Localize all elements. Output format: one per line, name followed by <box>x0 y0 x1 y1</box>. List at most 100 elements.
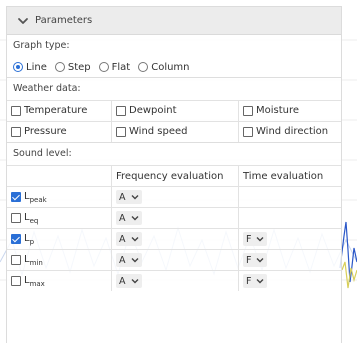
chevron-down-icon <box>256 258 264 263</box>
lpeak-checkbox[interactable] <box>11 192 21 202</box>
sound-cell: F <box>238 228 341 250</box>
sound-row-leq: Leq A <box>7 207 341 229</box>
sound-cell: Lpeak <box>7 186 112 208</box>
radio-column-label: Column <box>151 61 190 73</box>
sound-row-lmin: Lmin A F <box>7 249 341 271</box>
lp-sub: p <box>29 237 35 246</box>
time-evaluation-header: Time evaluation <box>238 165 341 187</box>
sound-row-lpeak: Lpeak A <box>7 186 341 208</box>
radio-step-label: Step <box>67 61 91 73</box>
wind-speed-label: Wind speed <box>129 126 188 138</box>
radio-line[interactable]: Line <box>13 62 47 73</box>
moisture-checkbox[interactable] <box>243 105 253 116</box>
sound-cell: F <box>238 249 341 271</box>
leq-frequency-value: A <box>119 212 126 224</box>
lmax-frequency-select[interactable]: A <box>116 274 142 288</box>
graph-type-options: Line Step Flat Column <box>7 57 341 77</box>
lmax-frequency-value: A <box>119 275 126 287</box>
weather-data-label: Weather data: <box>13 83 81 94</box>
weather-cell: Temperature <box>7 100 112 122</box>
temperature-label: Temperature <box>24 105 88 117</box>
wind-direction-checkbox[interactable] <box>243 126 253 137</box>
sound-level-table: Frequency evaluation Time evaluation Lpe… <box>7 165 341 291</box>
lmin-frequency-value: A <box>119 254 126 266</box>
sound-cell: A <box>111 270 239 291</box>
lmin-frequency-select[interactable]: A <box>116 253 142 267</box>
panel-title: Parameters <box>35 15 93 26</box>
lmin-label: Lmin <box>24 254 43 267</box>
radio-flat-indicator[interactable] <box>98 62 109 72</box>
graph-type-label: Graph type: <box>13 40 70 51</box>
radio-step-indicator[interactable] <box>54 62 65 72</box>
lpeak-frequency-select[interactable]: A <box>116 190 142 204</box>
weather-cell: Dewpoint <box>111 100 239 122</box>
lmin-sub: min <box>29 258 43 267</box>
sound-cell: A <box>111 249 239 271</box>
weather-row: Temperature Dewpoint Moisture <box>7 100 341 122</box>
lp-time-select[interactable]: F <box>243 232 268 246</box>
weather-table: Temperature Dewpoint Moisture Pressure W… <box>7 100 341 142</box>
sound-header-empty <box>7 165 112 187</box>
lmin-time-select[interactable]: F <box>243 253 268 267</box>
lmax-checkbox[interactable] <box>11 276 21 286</box>
temperature-checkbox[interactable] <box>11 105 21 116</box>
weather-cell: Wind direction <box>238 121 341 142</box>
leq-sub: eq <box>29 216 39 225</box>
leq-frequency-select[interactable]: A <box>116 211 142 225</box>
leq-label: Leq <box>24 212 39 225</box>
sound-cell: Lp <box>7 228 112 250</box>
lpeak-label: Lpeak <box>24 191 47 204</box>
wind-speed-checkbox[interactable] <box>116 126 126 137</box>
lp-label: Lp <box>24 233 35 246</box>
lpeak-frequency-value: A <box>119 191 126 203</box>
moisture-label: Moisture <box>256 105 300 117</box>
sound-cell: A <box>111 207 239 229</box>
radio-line-indicator[interactable] <box>13 62 23 72</box>
chevron-down-icon <box>131 279 138 284</box>
parameters-header[interactable]: Parameters <box>7 7 341 35</box>
sound-cell <box>238 186 341 208</box>
chevron-down-icon <box>131 216 138 221</box>
sound-cell: Leq <box>7 207 112 229</box>
lmin-checkbox[interactable] <box>11 255 21 265</box>
sound-row-lmax: Lmax A F <box>7 270 341 291</box>
wind-direction-label: Wind direction <box>256 126 329 138</box>
lmax-sub: max <box>29 279 45 288</box>
weather-cell: Moisture <box>238 100 341 122</box>
radio-column[interactable]: Column <box>138 61 190 73</box>
lmin-time-value: F <box>246 254 252 266</box>
radio-line-label: Line <box>26 61 47 73</box>
sound-cell: A <box>111 228 239 250</box>
sound-cell: F <box>238 270 341 291</box>
lp-frequency-select[interactable]: A <box>116 232 142 246</box>
weather-cell: Wind speed <box>111 121 239 142</box>
background-signal-line-blue <box>339 221 357 283</box>
chevron-down-icon[interactable] <box>17 15 29 27</box>
lmax-time-select[interactable]: F <box>243 274 268 288</box>
sound-header-row: Frequency evaluation Time evaluation <box>7 165 341 187</box>
dewpoint-label: Dewpoint <box>129 105 177 117</box>
lpeak-sub: peak <box>29 195 47 204</box>
lp-checkbox[interactable] <box>11 234 21 244</box>
lmax-label: Lmax <box>24 275 45 288</box>
lp-time-value: F <box>246 233 252 245</box>
lp-frequency-value: A <box>119 233 126 245</box>
sound-cell: A <box>111 186 239 208</box>
leq-checkbox[interactable] <box>11 213 21 223</box>
pressure-checkbox[interactable] <box>11 126 21 137</box>
sound-row-lp: Lp A F <box>7 228 341 250</box>
sound-cell <box>238 207 341 229</box>
chevron-down-icon <box>256 279 264 284</box>
sound-cell: Lmin <box>7 249 112 271</box>
weather-row: Pressure Wind speed Wind direction <box>7 121 341 142</box>
radio-flat[interactable]: Flat <box>98 61 131 73</box>
frequency-evaluation-header: Frequency evaluation <box>111 165 239 187</box>
sound-cell: Lmax <box>7 270 112 291</box>
radio-column-indicator[interactable] <box>138 62 149 72</box>
radio-flat-label: Flat <box>111 61 131 73</box>
radio-step[interactable]: Step <box>54 61 91 73</box>
sound-level-label: Sound level: <box>13 148 72 159</box>
pressure-label: Pressure <box>24 126 67 138</box>
chevron-down-icon <box>131 237 138 242</box>
dewpoint-checkbox[interactable] <box>116 105 126 116</box>
